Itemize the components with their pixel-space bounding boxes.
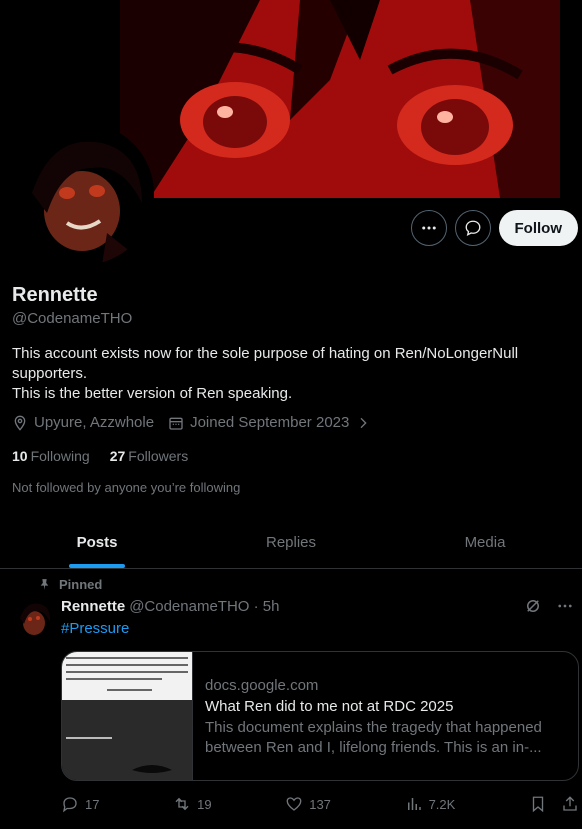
tab-posts[interactable]: Posts [0, 516, 194, 568]
profile-tabs: Posts Replies Media [0, 516, 582, 569]
share-icon[interactable] [561, 795, 579, 813]
bio-line: This is the better version of Ren speaki… [12, 385, 293, 402]
profile-bio: This account exists now for the sole pur… [12, 344, 572, 404]
more-icon [421, 226, 436, 230]
post-author-avatar[interactable] [14, 598, 54, 638]
post-author-name[interactable]: Rennette [61, 598, 125, 615]
more-icon[interactable] [556, 597, 574, 615]
tab-replies[interactable]: Replies [194, 516, 388, 568]
heart-icon [286, 797, 302, 811]
tab-label: Replies [265, 533, 317, 551]
tab-media[interactable]: Media [388, 516, 582, 568]
calendar-icon [169, 417, 183, 430]
message-icon [465, 220, 480, 237]
grok-icon[interactable] [524, 597, 542, 615]
profile-avatar[interactable] [12, 123, 154, 265]
following-label: Following [30, 448, 90, 464]
following-count: 10 [12, 448, 28, 464]
profile-handle: @CodenameTHO [12, 310, 133, 327]
link-card[interactable]: docs.google.com What Ren did to me not a… [61, 651, 579, 781]
active-tab-indicator [69, 564, 125, 568]
like-count: 137 [309, 796, 331, 812]
post-header: Rennette @CodenameTHO · 5h [61, 598, 279, 615]
link-card-body: docs.google.com What Ren did to me not a… [193, 652, 577, 780]
follow-counts: 10 Following 27 Followers [12, 448, 188, 464]
pin-icon [40, 579, 49, 590]
followers-link[interactable]: 27 Followers [110, 448, 188, 464]
post-hashtag[interactable]: #Pressure [61, 620, 129, 637]
follow-button[interactable]: Follow [498, 210, 578, 246]
link-card-description: This document explains the tragedy that … [205, 719, 542, 756]
repost-button[interactable]: 19 [173, 795, 212, 813]
link-card-thumbnail [62, 652, 193, 780]
post-header-actions [524, 597, 574, 615]
like-button[interactable]: 137 [285, 795, 331, 813]
post-actions: 17 19 137 7.2K [61, 795, 579, 813]
tab-label: Posts [76, 533, 118, 551]
bio-line: This account exists now for the sole pur… [12, 345, 519, 382]
joined-text: Joined September 2023 [190, 414, 350, 431]
followers-label: Followers [128, 448, 189, 464]
link-card-domain: docs.google.com [205, 677, 319, 694]
followers-count: 27 [109, 448, 126, 464]
views-count: 7.2K [428, 796, 456, 812]
repost-icon [175, 797, 189, 811]
location-pin-icon [14, 415, 26, 431]
pinned-text: Pinned [59, 577, 103, 592]
chevron-right-icon [360, 417, 367, 428]
reply-icon [62, 797, 77, 813]
post-author-handle[interactable]: @CodenameTHO · 5h [129, 598, 279, 615]
joined-item[interactable]: Joined September 2023 [168, 414, 371, 431]
following-link[interactable]: 10 Following [12, 448, 90, 464]
repost-count: 19 [197, 796, 212, 812]
more-options-button[interactable] [410, 210, 447, 246]
reply-button[interactable]: 17 [61, 795, 99, 813]
link-card-title: What Ren did to me not at RDC 2025 [205, 698, 454, 715]
bookmark-icon[interactable] [529, 795, 547, 813]
views-icon [407, 798, 421, 810]
location-text: Upyure, Azzwhole [34, 414, 155, 431]
reply-count: 17 [85, 796, 100, 812]
pinned-label: Pinned [38, 577, 102, 592]
tab-label: Media [464, 533, 506, 551]
profile-name: Rennette [12, 284, 98, 306]
profile-actions: Follow [410, 210, 578, 246]
post-actions-right [529, 795, 579, 813]
location-item: Upyure, Azzwhole [12, 414, 154, 431]
message-button[interactable] [454, 210, 491, 246]
profile-meta: Upyure, Azzwhole Joined September 2023 [12, 414, 371, 431]
views-button[interactable]: 7.2K [405, 795, 456, 813]
not-followed-text: Not followed by anyone you’re following [12, 480, 241, 495]
